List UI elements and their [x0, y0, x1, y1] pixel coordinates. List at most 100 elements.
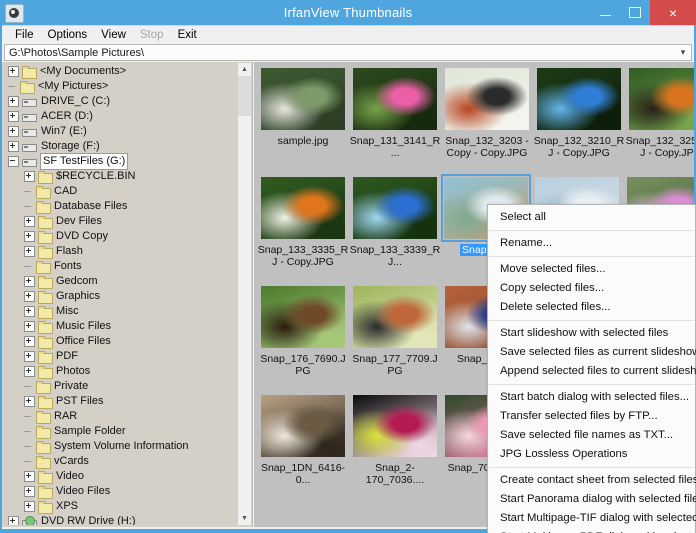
menu-view[interactable]: View — [94, 27, 133, 43]
expand-plus-icon[interactable] — [24, 321, 35, 332]
tree-item[interactable]: Video Files — [2, 484, 238, 499]
scroll-down-button[interactable]: ▼ — [238, 512, 251, 525]
expand-plus-icon[interactable] — [24, 216, 35, 227]
thumbnail-image[interactable] — [629, 68, 694, 130]
tree-item[interactable]: Win7 (E:) — [2, 124, 238, 139]
thumbnail-item[interactable]: sample.jpg — [260, 68, 346, 177]
tree-scrollbar[interactable]: ▲ ▼ — [237, 63, 251, 525]
expand-plus-icon[interactable] — [24, 306, 35, 317]
expand-plus-icon[interactable] — [8, 126, 19, 137]
tree-item[interactable]: Office Files — [2, 334, 238, 349]
tree-item[interactable]: Music Files — [2, 319, 238, 334]
expand-plus-icon[interactable] — [8, 141, 19, 152]
context-menu-item[interactable]: Start Multipage-PDF dialog with selected… — [488, 528, 695, 533]
expand-plus-icon[interactable] — [24, 501, 35, 512]
expand-plus-icon[interactable] — [8, 96, 19, 107]
tree-item[interactable]: $RECYCLE.BIN — [2, 169, 238, 184]
tree-item[interactable]: vCards — [2, 454, 238, 469]
maximize-button[interactable] — [620, 0, 650, 25]
thumbnail-item[interactable]: Snap_132_3210_RJ - Copy.JPG — [536, 68, 622, 177]
thumbnail-item[interactable]: Snap_133_3335_RJ - Copy.JPG — [260, 177, 346, 286]
tree-item[interactable]: XPS — [2, 499, 238, 514]
thumbnail-image[interactable] — [353, 395, 437, 457]
thumbnail-item[interactable]: Snap_131_3141_R... — [352, 68, 438, 177]
menu-exit[interactable]: Exit — [171, 27, 204, 43]
expand-plus-icon[interactable] — [8, 111, 19, 122]
context-menu-item[interactable]: Transfer selected files by FTP... — [488, 407, 695, 426]
close-button[interactable]: × — [650, 0, 696, 25]
tree-item[interactable]: DRIVE_C (C:) — [2, 94, 238, 109]
tree-item[interactable]: Storage (F:) — [2, 139, 238, 154]
thumbnail-item[interactable]: Snap_132_3255_RJ - Copy.JPG — [628, 68, 694, 177]
thumbnail-item[interactable]: Snap_1DN_6416-0... — [260, 395, 346, 504]
context-menu-item[interactable]: JPG Lossless Operations — [488, 445, 695, 464]
tree-item[interactable]: Flash — [2, 244, 238, 259]
expand-plus-icon[interactable] — [24, 486, 35, 497]
thumbnail-image[interactable] — [445, 68, 529, 130]
tree-item[interactable]: Sample Folder — [2, 424, 238, 439]
expand-plus-icon[interactable] — [24, 171, 35, 182]
context-menu-item[interactable]: Move selected files... — [488, 260, 695, 279]
chevron-down-icon[interactable]: ▾ — [675, 47, 691, 58]
expand-plus-icon[interactable] — [8, 516, 19, 525]
thumbnail-item[interactable]: Snap_177_7709.JPG — [352, 286, 438, 395]
expand-plus-icon[interactable] — [8, 66, 19, 77]
thumbnail-item[interactable]: Snap_2-170_7036.... — [352, 395, 438, 504]
tree-item[interactable]: PST Files — [2, 394, 238, 409]
expand-plus-icon[interactable] — [24, 336, 35, 347]
tree-item[interactable]: Video — [2, 469, 238, 484]
thumbnail-image[interactable] — [537, 68, 621, 130]
thumbnail-image[interactable] — [261, 177, 345, 239]
scrollbar-thumb[interactable] — [238, 76, 251, 116]
tree-item[interactable]: RAR — [2, 409, 238, 424]
tree-item[interactable]: <My Pictures> — [2, 79, 238, 94]
thumbnail-item[interactable]: Snap_133_3339_RJ... — [352, 177, 438, 286]
expand-plus-icon[interactable] — [24, 276, 35, 287]
collapse-minus-icon[interactable] — [8, 156, 19, 167]
context-menu-item[interactable]: Start batch dialog with selected files..… — [488, 388, 695, 407]
expand-plus-icon[interactable] — [24, 246, 35, 257]
context-menu-item[interactable]: Start Multipage-TIF dialog with selected… — [488, 509, 695, 528]
thumbnail-item[interactable]: Snap_132_3203 - Copy - Copy.JPG — [444, 68, 530, 177]
tree-item[interactable]: SF TestFiles (G:) — [2, 154, 238, 169]
context-menu-item[interactable]: Create contact sheet from selected files… — [488, 471, 695, 490]
menu-file[interactable]: File — [8, 27, 41, 43]
context-menu-item[interactable]: Append selected files to current slidesh… — [488, 362, 695, 381]
tree-item[interactable]: Dev Files — [2, 214, 238, 229]
context-menu-item[interactable]: Select all — [488, 208, 695, 227]
thumbnail-image[interactable] — [353, 286, 437, 348]
thumbnail-image[interactable] — [353, 68, 437, 130]
expand-plus-icon[interactable] — [24, 366, 35, 377]
tree-item[interactable]: Fonts — [2, 259, 238, 274]
context-menu-item[interactable]: Copy selected files... — [488, 279, 695, 298]
tree-item[interactable]: Misc — [2, 304, 238, 319]
context-menu-item[interactable]: Rename... — [488, 234, 695, 253]
tree-item[interactable]: Photos — [2, 364, 238, 379]
scroll-up-button[interactable]: ▲ — [238, 63, 251, 76]
tree-item[interactable]: Database Files — [2, 199, 238, 214]
context-menu-item[interactable]: Start slideshow with selected files — [488, 324, 695, 343]
expand-plus-icon[interactable] — [24, 396, 35, 407]
expand-plus-icon[interactable] — [24, 231, 35, 242]
context-menu-item[interactable]: Save selected file names as TXT... — [488, 426, 695, 445]
tree-item[interactable]: ACER (D:) — [2, 109, 238, 124]
tree-item[interactable]: PDF — [2, 349, 238, 364]
menu-options[interactable]: Options — [41, 27, 95, 43]
tree-item[interactable]: Graphics — [2, 289, 238, 304]
tree-item[interactable]: System Volume Information — [2, 439, 238, 454]
tree-item[interactable]: DVD RW Drive (H:) — [2, 514, 238, 525]
tree-item[interactable]: CAD — [2, 184, 238, 199]
thumbnail-image[interactable] — [261, 395, 345, 457]
expand-plus-icon[interactable] — [24, 351, 35, 362]
context-menu-item[interactable]: Save selected files as current slideshow — [488, 343, 695, 362]
thumbnail-image[interactable] — [261, 68, 345, 130]
thumbnail-image[interactable] — [261, 286, 345, 348]
context-menu-item[interactable]: Start Panorama dialog with selected file… — [488, 490, 695, 509]
minimize-button[interactable] — [590, 0, 620, 25]
expand-plus-icon[interactable] — [24, 471, 35, 482]
thumbnail-image[interactable] — [353, 177, 437, 239]
thumbnail-item[interactable]: Snap_176_7690.JPG — [260, 286, 346, 395]
path-combobox[interactable]: G:\Photos\Sample Pictures\ ▾ — [4, 44, 692, 61]
tree-item[interactable]: <My Documents> — [2, 64, 238, 79]
context-menu-item[interactable]: Delete selected files... — [488, 298, 695, 317]
